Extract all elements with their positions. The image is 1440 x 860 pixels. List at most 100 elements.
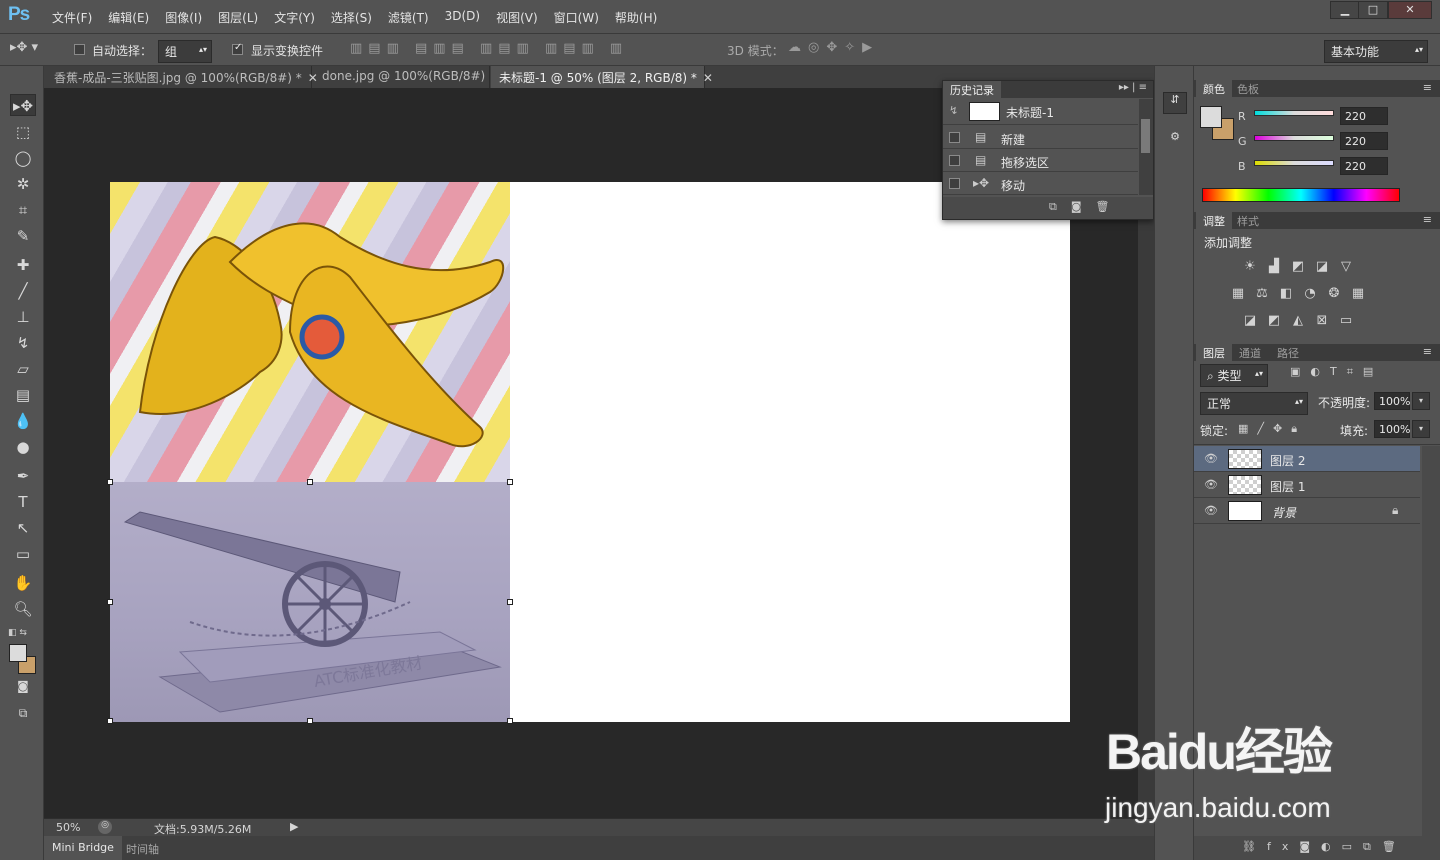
transform-handle[interactable] (507, 599, 513, 605)
gradient-map-icon[interactable]: ▭ (1338, 314, 1354, 328)
layers-scrollbar[interactable] (1422, 446, 1440, 836)
menu-type[interactable]: 文字(Y) (266, 9, 323, 26)
default-colors-icon[interactable]: ◧ ⇆ (8, 628, 27, 638)
history-footer-icons[interactable]: ⧉◙🗑︎ (1049, 200, 1124, 214)
history-source-checkbox[interactable] (949, 155, 960, 166)
blue-slider[interactable] (1254, 160, 1334, 166)
rectangle-tool-icon[interactable]: ▭ (10, 543, 36, 565)
tab-history[interactable]: 历史记录 (943, 81, 1001, 98)
transform-handle[interactable] (307, 479, 313, 485)
foreground-color-swatch[interactable] (9, 644, 27, 662)
transform-handle[interactable] (307, 718, 313, 724)
hue-saturation-icon[interactable]: ▦ (1230, 287, 1246, 301)
color-spectrum-ramp[interactable] (1202, 188, 1400, 202)
path-selection-tool-icon[interactable]: ↖ (10, 517, 36, 539)
menu-edit[interactable]: 编辑(E) (100, 9, 157, 26)
transform-handle[interactable] (107, 718, 113, 724)
tab-untitled-doc[interactable]: 未标题-1 @ 50% (图层 2, RGB/8) * ✕ (491, 66, 713, 88)
curves-icon[interactable]: ◩ (1290, 260, 1306, 274)
show-transform-checkbox[interactable] (232, 42, 243, 55)
blend-mode-dropdown[interactable]: 正常 ▴▾ (1200, 392, 1308, 415)
pen-tool-icon[interactable]: ✒ (10, 465, 36, 487)
red-slider[interactable] (1254, 110, 1334, 116)
menu-3d[interactable]: 3D(D) (437, 9, 488, 26)
close-tab-icon[interactable]: ✕ (703, 71, 713, 85)
fill-dropdown-arrow[interactable]: ▾ (1412, 420, 1430, 438)
minimize-button[interactable]: ▁ (1330, 1, 1360, 19)
zoom-tool-icon[interactable]: 🔍︎ (10, 598, 36, 620)
vibrance-icon[interactable]: ▽ (1338, 260, 1354, 274)
green-value[interactable]: 220 (1340, 132, 1388, 150)
invert-icon[interactable]: ◪ (1242, 314, 1258, 328)
history-source-checkbox[interactable] (949, 178, 960, 189)
exposure-icon[interactable]: ◪ (1314, 260, 1330, 274)
quick-mask-icon[interactable]: ◙ (10, 675, 36, 697)
blue-value[interactable]: 220 (1340, 157, 1388, 175)
auto-select-dropdown[interactable]: 组 ▴▾ (158, 40, 212, 63)
menu-help[interactable]: 帮助(H) (607, 9, 665, 26)
tab-banana-doc[interactable]: 香蕉-成品-三张贴图.jpg @ 100%(RGB/8#) * ✕ (46, 66, 318, 88)
layer-filter-icons[interactable]: ▣◐T⌗▤ (1290, 365, 1383, 379)
threshold-icon[interactable]: ◭ (1290, 314, 1306, 328)
panel-menu-icon[interactable]: ≡ (1423, 213, 1432, 226)
foreground-color-swatch[interactable] (1200, 106, 1222, 128)
move-tool-preset-icon[interactable]: ▸✥ ▾ (10, 40, 38, 55)
gradient-tool-icon[interactable]: ▤ (10, 384, 36, 406)
lock-icons[interactable]: ▦╱✥🔒︎ (1238, 422, 1306, 436)
blur-tool-icon[interactable]: 💧 (10, 410, 36, 432)
levels-icon[interactable]: ▟ (1266, 260, 1282, 274)
hand-tool-icon[interactable]: ✋ (10, 572, 36, 594)
color-balance-icon[interactable]: ⚖ (1254, 287, 1270, 301)
red-value[interactable]: 220 (1340, 107, 1388, 125)
history-item[interactable]: ▤ 拖移选区 (943, 150, 1138, 172)
tab-mini-bridge[interactable]: Mini Bridge (44, 836, 122, 860)
brightness-icon[interactable]: ☀ (1242, 260, 1258, 274)
channel-mixer-icon[interactable]: ❂ (1326, 287, 1342, 301)
black-white-icon[interactable]: ◧ (1278, 287, 1294, 301)
menu-window[interactable]: 窗口(W) (546, 9, 607, 26)
posterize-icon[interactable]: ◩ (1266, 314, 1282, 328)
tab-styles[interactable]: 样式 (1230, 212, 1266, 229)
tab-swatches[interactable]: 色板 (1230, 80, 1266, 97)
history-brush-tool-icon[interactable]: ↯ (10, 332, 36, 354)
history-source-checkbox[interactable] (949, 132, 960, 143)
history-scrollbar[interactable] (1139, 99, 1153, 195)
3d-mode-icons[interactable]: ☁◎✥✧▶ (788, 40, 879, 55)
opacity-value[interactable]: 100% (1374, 392, 1410, 410)
tab-layers[interactable]: 图层 (1196, 344, 1232, 361)
menu-image[interactable]: 图像(I) (157, 9, 210, 26)
layer-name[interactable]: 图层 1 (1270, 478, 1305, 495)
transform-handle[interactable] (107, 479, 113, 485)
crop-tool-icon[interactable]: ⌗ (10, 199, 36, 221)
transform-handle[interactable] (507, 479, 513, 485)
eyedropper-tool-icon[interactable]: ✎ (10, 225, 36, 247)
cannon-image-layer[interactable]: ATC标准化教材 (110, 482, 510, 722)
eraser-tool-icon[interactable]: ▱ (10, 358, 36, 380)
transform-handle[interactable] (507, 718, 513, 724)
banana-image-layer[interactable] (110, 182, 510, 482)
close-button[interactable]: ✕ (1388, 1, 1432, 19)
tab-paths[interactable]: 路径 (1270, 344, 1306, 361)
menu-file[interactable]: 文件(F) (44, 9, 100, 26)
layer-row-layer1[interactable]: 👁︎ 图层 1 (1194, 472, 1420, 498)
magic-wand-tool-icon[interactable]: ✲ (10, 173, 36, 195)
history-item[interactable]: ▤ 新建 (943, 127, 1138, 149)
green-slider[interactable] (1254, 135, 1334, 141)
workspace-dropdown[interactable]: 基本功能 ▴▾ (1324, 40, 1428, 63)
screen-mode-icon[interactable]: ⧉ (10, 702, 36, 724)
layer-name[interactable]: 图层 2 (1270, 452, 1305, 469)
zoom-level[interactable]: 50% (56, 821, 80, 834)
layer-row-layer2[interactable]: 👁︎ 图层 2 (1194, 446, 1420, 472)
tab-color[interactable]: 颜色 (1196, 80, 1232, 97)
visibility-eye-icon[interactable]: 👁︎ (1204, 452, 1218, 465)
visibility-eye-icon[interactable]: 👁︎ (1204, 504, 1218, 517)
history-scroll-thumb[interactable] (1141, 119, 1150, 153)
tab-timeline[interactable]: 时间轴 (118, 836, 167, 860)
layer-name[interactable]: 背景 (1272, 504, 1296, 521)
dodge-tool-icon[interactable]: ● (10, 436, 36, 458)
move-tool-icon[interactable]: ▸✥ (10, 94, 36, 116)
photo-filter-icon[interactable]: ◔ (1302, 287, 1318, 301)
history-brush-source-icon[interactable]: ↯ (949, 104, 958, 117)
panel-menu-icon[interactable]: ▸▸ | ≡ (1119, 82, 1147, 93)
history-snapshot[interactable]: ↯ 未标题-1 (943, 99, 1138, 125)
